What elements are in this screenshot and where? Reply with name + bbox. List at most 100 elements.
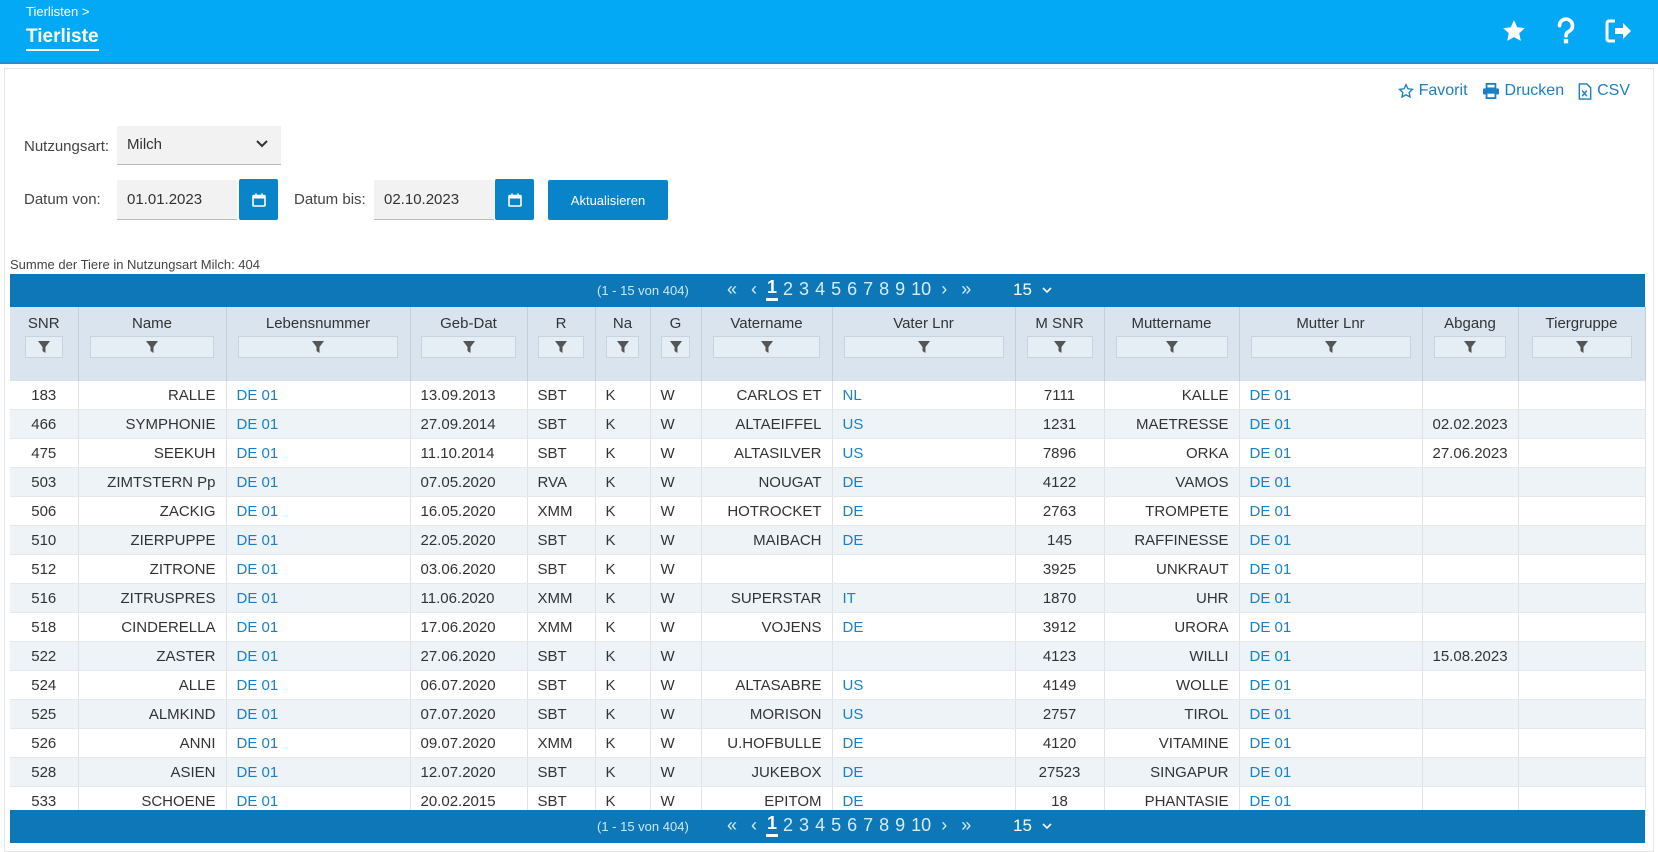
column-header[interactable]: Vatername bbox=[701, 307, 833, 381]
table-link[interactable]: DE 01 bbox=[237, 416, 279, 433]
page-link[interactable]: 10 bbox=[910, 815, 932, 836]
table-link[interactable]: DE 01 bbox=[237, 764, 279, 781]
table-link[interactable]: DE 01 bbox=[1250, 532, 1292, 549]
page-link[interactable]: 5 bbox=[830, 279, 842, 300]
filter-icon[interactable] bbox=[713, 336, 820, 358]
table-link[interactable]: DE 01 bbox=[1250, 764, 1292, 781]
table-row[interactable]: 525 ALMKIND DE 01 07.07.2020 SBT K W MORISON US 2… bbox=[10, 699, 1646, 729]
page-link[interactable]: 5 bbox=[830, 815, 842, 836]
page-size-select[interactable]: 15 bbox=[1013, 280, 1052, 300]
page-link[interactable]: 2 bbox=[782, 279, 794, 300]
filter-icon[interactable] bbox=[1250, 336, 1411, 358]
table-link[interactable]: DE 01 bbox=[237, 561, 279, 578]
filter-icon[interactable] bbox=[90, 336, 214, 358]
last-page-icon[interactable]: » bbox=[956, 815, 976, 836]
table-link[interactable]: DE 01 bbox=[1250, 503, 1292, 520]
table-row[interactable]: 524 ALLE DE 01 06.07.2020 SBT K W ALTASABRE US 41… bbox=[10, 670, 1646, 700]
filter-icon[interactable] bbox=[606, 336, 639, 358]
table-link[interactable]: US bbox=[843, 706, 864, 723]
table-link[interactable]: DE 01 bbox=[237, 590, 279, 607]
table-link[interactable]: DE bbox=[843, 619, 864, 636]
filter-icon[interactable] bbox=[843, 336, 1004, 358]
table-row[interactable]: 518 CINDERELLA DE 01 17.06.2020 XMM K W VOJENS D… bbox=[10, 612, 1646, 642]
page-link[interactable]: 10 bbox=[910, 279, 932, 300]
column-header[interactable]: Name bbox=[78, 307, 227, 381]
logout-icon[interactable] bbox=[1604, 16, 1632, 46]
breadcrumb[interactable]: Tierlisten > bbox=[26, 4, 89, 19]
table-link[interactable]: DE 01 bbox=[1250, 561, 1292, 578]
table-link[interactable]: DE 01 bbox=[1250, 793, 1292, 810]
table-link[interactable]: DE 01 bbox=[237, 735, 279, 752]
table-link[interactable]: DE 01 bbox=[1250, 735, 1292, 752]
first-page-icon[interactable]: « bbox=[722, 279, 742, 300]
datum-bis-input[interactable]: 02.10.2023 bbox=[374, 180, 494, 220]
page-link[interactable]: 9 bbox=[894, 279, 906, 300]
table-row[interactable]: 510 ZIERPUPPE DE 01 22.05.2020 SBT K W MAIBACH D… bbox=[10, 525, 1646, 555]
table-link[interactable]: DE 01 bbox=[1250, 706, 1292, 723]
table-link[interactable]: NL bbox=[843, 387, 862, 404]
prev-page-icon[interactable]: ‹ bbox=[746, 279, 762, 300]
page-link[interactable]: 8 bbox=[878, 279, 890, 300]
table-link[interactable]: DE 01 bbox=[237, 532, 279, 549]
table-row[interactable]: 526 ANNI DE 01 09.07.2020 XMM K W U.HOFBULLE DE 4… bbox=[10, 728, 1646, 758]
table-link[interactable]: DE bbox=[843, 532, 864, 549]
help-icon[interactable] bbox=[1552, 16, 1580, 46]
filter-icon[interactable] bbox=[238, 336, 398, 358]
table-link[interactable]: DE 01 bbox=[237, 677, 279, 694]
table-row[interactable]: 522 ZASTER DE 01 27.06.2020 SBT K W 4123 WILLI DE… bbox=[10, 641, 1646, 671]
datum-bis-calendar-button[interactable] bbox=[495, 179, 534, 220]
filter-icon[interactable] bbox=[1434, 336, 1506, 358]
filter-icon[interactable] bbox=[1026, 336, 1093, 358]
first-page-icon[interactable]: « bbox=[722, 815, 742, 836]
page-link[interactable]: 4 bbox=[814, 815, 826, 836]
table-link[interactable]: DE bbox=[843, 793, 864, 810]
table-row[interactable]: 528 ASIEN DE 01 12.07.2020 SBT K W JUKEBOX DE 275… bbox=[10, 757, 1646, 787]
table-row[interactable]: 466 SYMPHONIE DE 01 27.09.2014 SBT K W ALTAEIFF… bbox=[10, 409, 1646, 439]
csv-link[interactable]: CSV bbox=[1578, 82, 1630, 100]
column-header[interactable]: Lebensnummer bbox=[226, 307, 411, 381]
column-header[interactable]: Na bbox=[595, 307, 651, 381]
filter-icon[interactable] bbox=[538, 336, 584, 358]
page-link[interactable]: 1 bbox=[766, 277, 779, 301]
column-header[interactable]: G bbox=[650, 307, 702, 381]
table-link[interactable]: DE 01 bbox=[1250, 648, 1292, 665]
page-size-select[interactable]: 15 bbox=[1013, 816, 1052, 836]
table-row[interactable]: 475 SEEKUH DE 01 11.10.2014 SBT K W ALTASILVER U… bbox=[10, 438, 1646, 468]
column-header[interactable]: Mutter Lnr bbox=[1239, 307, 1423, 381]
aktualisieren-button[interactable]: Aktualisieren bbox=[548, 180, 668, 220]
filter-icon[interactable] bbox=[1115, 336, 1228, 358]
nutzungsart-select[interactable]: Milch bbox=[117, 126, 281, 165]
drucken-link[interactable]: Drucken bbox=[1482, 82, 1564, 100]
table-link[interactable]: DE bbox=[843, 503, 864, 520]
table-link[interactable]: DE 01 bbox=[237, 474, 279, 491]
star-icon[interactable] bbox=[1500, 16, 1528, 46]
page-link[interactable]: 9 bbox=[894, 815, 906, 836]
page-link[interactable]: 6 bbox=[846, 815, 858, 836]
datum-von-input[interactable]: 01.01.2023 bbox=[117, 180, 237, 220]
filter-icon[interactable] bbox=[24, 336, 63, 358]
table-row[interactable]: 506 ZACKIG DE 01 16.05.2020 XMM K W HOTROCKET DE… bbox=[10, 496, 1646, 526]
table-link[interactable]: DE 01 bbox=[1250, 590, 1292, 607]
next-page-icon[interactable]: › bbox=[936, 279, 952, 300]
filter-icon[interactable] bbox=[1531, 336, 1632, 358]
favorit-link[interactable]: Favorit bbox=[1397, 82, 1468, 100]
table-link[interactable]: US bbox=[843, 677, 864, 694]
column-header[interactable]: Muttername bbox=[1104, 307, 1240, 381]
column-header[interactable]: SNR bbox=[10, 307, 79, 381]
table-link[interactable]: DE 01 bbox=[237, 503, 279, 520]
last-page-icon[interactable]: » bbox=[956, 279, 976, 300]
column-header[interactable]: Geb-Dat bbox=[410, 307, 528, 381]
table-link[interactable]: DE bbox=[843, 735, 864, 752]
filter-icon[interactable] bbox=[661, 336, 690, 358]
table-link[interactable]: DE 01 bbox=[237, 445, 279, 462]
page-link[interactable]: 4 bbox=[814, 279, 826, 300]
table-link[interactable]: DE 01 bbox=[237, 387, 279, 404]
page-link[interactable]: 6 bbox=[846, 279, 858, 300]
table-link[interactable]: DE 01 bbox=[237, 648, 279, 665]
table-link[interactable]: DE bbox=[843, 764, 864, 781]
table-link[interactable]: DE bbox=[843, 474, 864, 491]
table-link[interactable]: US bbox=[843, 445, 864, 462]
page-link[interactable]: 3 bbox=[798, 279, 810, 300]
column-header[interactable]: Vater Lnr bbox=[832, 307, 1016, 381]
table-link[interactable]: DE 01 bbox=[237, 706, 279, 723]
